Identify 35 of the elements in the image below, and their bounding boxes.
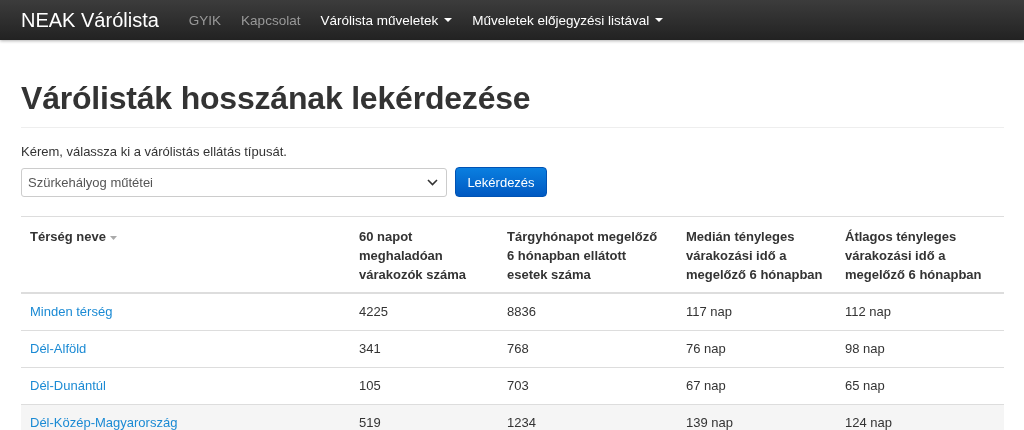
table-cell: 341 bbox=[359, 341, 381, 356]
table-cell: 117 nap bbox=[686, 304, 733, 319]
region-link[interactable]: Dél-Dunántúl bbox=[30, 378, 106, 393]
table-cell: 98 nap bbox=[845, 341, 885, 356]
instruction-text: Kérem, válassza ki a várólistás ellátás típusát. bbox=[21, 144, 288, 159]
table-cell: 105 bbox=[359, 378, 381, 393]
table-cell: 8836 bbox=[507, 304, 536, 319]
table-cell: 76 nap bbox=[686, 341, 726, 356]
table-cell: 768 bbox=[507, 341, 529, 356]
query-button[interactable]: Lekérdezés bbox=[455, 167, 547, 197]
sort-caret-icon bbox=[109, 235, 117, 240]
page-title: Várólisták hosszának lekérdezése bbox=[21, 80, 1004, 128]
table-cell: 703 bbox=[507, 378, 529, 393]
table-cell: 1234 bbox=[507, 415, 536, 430]
region-link[interactable]: Dél-Alföld bbox=[30, 341, 87, 356]
type-select[interactable]: Szürkehályog műtétei bbox=[21, 167, 447, 197]
column-header: Tárgyhónapot megelőző 6 hónapban ellátott esetek száma bbox=[507, 229, 658, 282]
nav-link[interactable]: Műveletek előjegyzési listával bbox=[472, 12, 664, 28]
column-header[interactable]: Térség neve bbox=[30, 229, 106, 244]
table-cell: 139 nap bbox=[686, 415, 733, 430]
region-link[interactable]: Minden térség bbox=[30, 304, 113, 319]
nav-link[interactable]: GYIK bbox=[188, 12, 222, 28]
table-cell: 4225 bbox=[359, 304, 388, 319]
table-cell: 65 nap bbox=[845, 378, 885, 393]
chevron-down-icon bbox=[427, 178, 438, 186]
column-header: Átlagos tényleges várakozási idő a megelőző 6 hónapban bbox=[845, 229, 982, 282]
nav-link[interactable]: Kapcsolat bbox=[241, 12, 301, 28]
column-header: 60 napot meghaladóan várakozók száma bbox=[359, 229, 466, 282]
nav-link[interactable]: Várólista műveletek bbox=[320, 12, 453, 28]
table-cell: 112 nap bbox=[845, 304, 892, 319]
table-cell: 124 nap bbox=[845, 415, 892, 430]
brand-link[interactable]: NEAK Várólista bbox=[21, 8, 159, 32]
column-header: Medián tényleges várakozási idő a megelőző 6 hónapban bbox=[686, 229, 823, 282]
table-cell: 519 bbox=[359, 415, 381, 430]
table-cell: 67 nap bbox=[686, 378, 726, 393]
